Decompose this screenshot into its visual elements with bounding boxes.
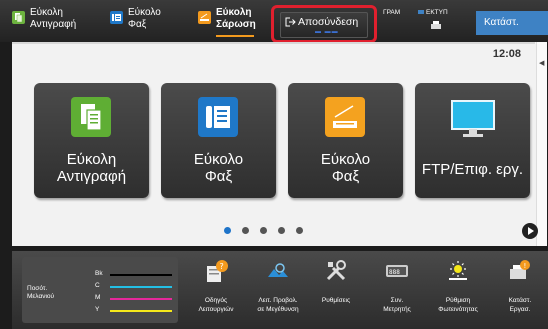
brightness-adjustment-button[interactable]: Ρύθμιση Φωτεινότητας <box>426 259 490 325</box>
tile-label-line2: Αντιγραφή <box>56 168 127 185</box>
scan-icon <box>198 11 211 24</box>
toner-title: Ποσότ. Μελανιού <box>27 285 54 301</box>
toner-title-line1: Ποσότ. <box>27 285 48 292</box>
bottom-label-line1: Οδηγός <box>204 297 228 304</box>
toner-label-c: C <box>95 282 100 289</box>
svg-text:888: 888 <box>389 269 400 276</box>
divider <box>12 42 535 44</box>
shortcut-label-line2: Σάρωση <box>216 19 256 30</box>
side-panel-tab[interactable]: ◀ <box>536 42 547 246</box>
toner-title-line2: Μελανιού <box>27 293 55 300</box>
tile-ftp-desktop[interactable]: FTP/Επιφ. εργ. <box>415 83 530 198</box>
bottom-label-line2: σε Μεγέθυνση <box>257 306 299 313</box>
active-indicator <box>216 35 254 37</box>
toner-label-bk: Bk <box>95 270 103 277</box>
toner-label-m: M <box>95 294 101 301</box>
tile-easy-fax[interactable]: Εύκολο Φαξ <box>161 83 276 198</box>
svg-text:!: ! <box>524 262 527 270</box>
clock: 12:08 <box>492 48 521 60</box>
tile-label-line2: Φαξ <box>331 168 360 185</box>
logout-highlight-frame: Αποσύνδεση ▬ ▬▬ <box>271 5 377 43</box>
tab-print[interactable]: ΕΚΤΥΠ <box>418 9 448 29</box>
enlarged-display-button[interactable]: Λειτ. Προβολ. σε Μεγέθυνση <box>246 259 310 325</box>
home-panel: 12:08 ◀ Εύκολη Αντιγραφή Εύκολο Φαξ Εύκο… <box>12 42 547 246</box>
operation-guide-button[interactable]: ? Οδηγός Λειτουργιών <box>184 259 248 325</box>
toner-label-y: Y <box>95 306 100 313</box>
mfp-home-screen: Εύκολη Αντιγραφή Εύκολο Φαξ Εύκολη Σάρωση Α… <box>0 0 548 329</box>
tile-easy-copy[interactable]: Εύκολη Αντιγραφή <box>34 83 149 198</box>
chevron-left-icon: ◀ <box>539 60 545 67</box>
bottom-label-line2: Λειτουργιών <box>198 306 234 313</box>
toner-bar-m <box>110 298 172 300</box>
tile-label-line1: Εύκολο <box>193 151 244 168</box>
tile-label-line1: Εύκολο <box>320 151 371 168</box>
shortcut-label-line2: Αντιγραφή <box>30 19 77 30</box>
page-dot[interactable] <box>242 227 249 234</box>
bottom-label-line1: Λειτ. Προβολ. <box>258 297 298 304</box>
brightness-icon <box>449 261 467 280</box>
fax-icon <box>198 97 238 137</box>
tile-label-line1: Εύκολη <box>66 151 117 168</box>
svg-text:?: ? <box>220 262 224 271</box>
copy-icon <box>71 97 111 137</box>
scan-icon <box>325 97 365 137</box>
bottom-label-line1: Ρυθμίσεις <box>321 297 351 304</box>
bottom-bar: Ποσότ. Μελανιού Bk C M Y ? Οδηγός Λειτουρ… <box>12 251 548 329</box>
toner-bar-bk <box>110 274 172 276</box>
settings-button[interactable]: Ρυθμίσεις <box>304 259 368 325</box>
tile-label-line2: Φαξ <box>204 168 233 185</box>
page-dot[interactable] <box>260 227 267 234</box>
job-status-icon: ! <box>510 260 530 279</box>
top-bar: Εύκολη Αντιγραφή Εύκολο Φαξ Εύκολη Σάρωση Α… <box>0 0 548 52</box>
settings-icon <box>326 260 346 281</box>
bottom-label-line1: Ρύθμιση <box>445 297 471 304</box>
tab-program-label: ΓΡΑΜ <box>383 9 401 16</box>
shortcut-label-line1: Εύκολη <box>30 7 63 18</box>
shortcut-easy-fax[interactable]: Εύκολο Φαξ <box>110 7 161 37</box>
bottom-label-line2: Μετρητής <box>383 306 411 313</box>
shortcut-label-line1: Εύκολο <box>128 7 161 18</box>
tab-program[interactable]: ΓΡΑΜ <box>383 9 400 16</box>
logout-label: Αποσύνδεση <box>298 16 359 28</box>
logout-indicator: ▬ ▬▬ <box>315 29 339 35</box>
toner-bar-y <box>110 310 172 312</box>
shortcut-easy-scan[interactable]: Εύκολη Σάρωση <box>198 7 256 37</box>
print-tab-marker <box>418 10 424 14</box>
monitor-icon <box>451 100 495 137</box>
page-dot[interactable] <box>296 227 303 234</box>
fax-icon <box>110 11 123 24</box>
tile-label-line1: FTP/Επιφ. εργ. <box>421 161 524 178</box>
job-status-shortcut-button[interactable]: ! Κατάστ. Εργασ. <box>488 259 548 325</box>
shortcut-label-line1: Εύκολη <box>216 7 252 18</box>
bottom-label-line2: Φωτεινότητας <box>438 306 478 313</box>
tab-print-label: ΕΚΤΥΠ <box>426 9 448 16</box>
page-dot[interactable] <box>224 227 231 234</box>
tile-easy-scan[interactable]: Εύκολο Φαξ <box>288 83 403 198</box>
page-indicator <box>224 227 303 234</box>
logout-icon <box>285 17 296 27</box>
guide-icon: ? <box>207 260 228 282</box>
bottom-label-line2: Εργασ. <box>509 306 531 313</box>
copy-icon <box>12 11 25 24</box>
page-dot[interactable] <box>278 227 285 234</box>
shortcut-easy-copy[interactable]: Εύκολη Αντιγραφή <box>12 7 76 37</box>
counter-icon: 888 <box>386 265 408 277</box>
total-count-button[interactable]: 888 Συν. Μετρητής <box>365 259 429 325</box>
bottom-label-line1: Κατάστ. <box>508 297 532 304</box>
toner-bar-c <box>110 286 172 288</box>
toner-level-widget[interactable]: Ποσότ. Μελανιού Bk C M Y <box>22 257 178 323</box>
printer-icon <box>431 21 441 29</box>
next-page-button[interactable] <box>522 223 538 239</box>
job-status-button[interactable]: Κατάστ. Εργασ. <box>476 11 548 52</box>
shortcut-label-line2: Φαξ <box>128 19 147 30</box>
magnify-icon <box>268 263 288 277</box>
bottom-label-line1: Συν. <box>390 297 404 304</box>
